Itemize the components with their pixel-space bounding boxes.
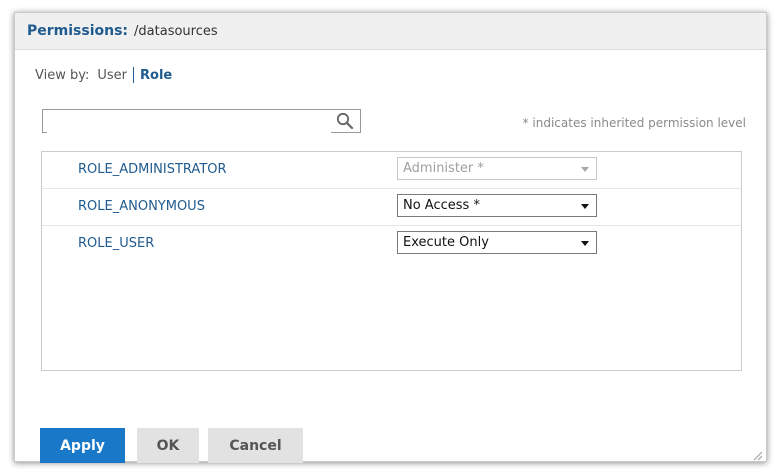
ok-button[interactable]: OK (137, 428, 199, 463)
search-box (42, 109, 361, 133)
permission-select[interactable]: No Access * (397, 194, 597, 217)
search-input[interactable] (47, 111, 331, 133)
view-by-separator (133, 67, 135, 83)
view-by-switch: View by: User Role (35, 67, 172, 83)
permission-select: Administer * (397, 157, 597, 180)
apply-button[interactable]: Apply (40, 428, 125, 463)
role-name[interactable]: ROLE_USER (78, 236, 154, 251)
chevron-down-icon (581, 204, 589, 209)
view-by-user-link[interactable]: User (97, 68, 127, 83)
inherited-hint: * indicates inherited permission level (522, 116, 746, 130)
resize-handle-icon[interactable] (751, 446, 763, 461)
permission-select[interactable]: Execute Only (397, 231, 597, 254)
role-row: ROLE_ANONYMOUS No Access * (42, 189, 741, 226)
chevron-down-icon (581, 167, 589, 172)
role-name[interactable]: ROLE_ADMINISTRATOR (78, 162, 227, 177)
view-by-label: View by: (35, 67, 90, 83)
view-by-role-link[interactable]: Role (140, 68, 172, 83)
chevron-down-icon (581, 241, 589, 246)
permission-value: No Access * (403, 198, 480, 213)
dialog-titlebar: Permissions: /datasources (15, 13, 766, 50)
cancel-button[interactable]: Cancel (208, 428, 303, 463)
dialog-path: /datasources (134, 23, 218, 39)
search-icon[interactable] (336, 112, 354, 130)
dialog-title: Permissions: (27, 23, 129, 39)
permission-value: Administer * (403, 161, 484, 176)
role-row: ROLE_ADMINISTRATOR Administer * (42, 152, 741, 189)
role-row: ROLE_USER Execute Only (42, 226, 741, 262)
role-name[interactable]: ROLE_ANONYMOUS (78, 199, 205, 214)
role-list: ROLE_ADMINISTRATOR Administer * ROLE_ANO… (41, 151, 742, 371)
permission-value: Execute Only (403, 235, 489, 250)
permissions-dialog: Permissions: /datasources View by: User … (14, 12, 767, 463)
